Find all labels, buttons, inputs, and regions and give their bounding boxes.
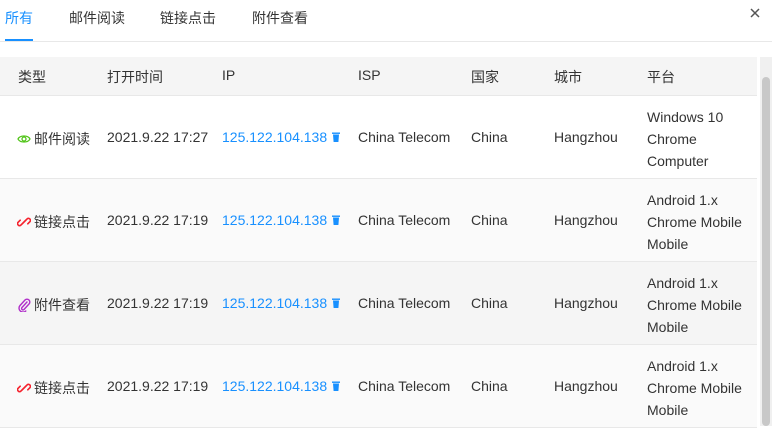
type-cell: 链接点击 — [17, 212, 90, 232]
header-ip: IP — [222, 67, 236, 83]
ip-text: 125.122.104.138 — [222, 378, 328, 394]
header-open-time: 打开时间 — [107, 69, 163, 85]
paperclip-icon — [18, 298, 31, 312]
open-time: 2021.9.22 17:19 — [107, 378, 209, 394]
platform-device: Mobile — [647, 319, 689, 335]
table-row: 附件查看 2021.9.22 17:19 125.122.104.138 Chi… — [0, 262, 757, 345]
platform-cell: Android 1.x Chrome Mobile Mobile — [647, 189, 742, 255]
ip-link[interactable]: 125.122.104.138 — [222, 129, 341, 145]
ip-text: 125.122.104.138 — [222, 295, 328, 311]
city-cell: Hangzhou — [554, 378, 618, 394]
isp-cell: China Telecom — [358, 378, 451, 394]
city-cell: Hangzhou — [554, 212, 618, 228]
tab-link-click[interactable]: 链接点击 — [160, 8, 216, 40]
platform-browser: Chrome Mobile — [647, 380, 742, 396]
country-cell: China — [471, 378, 508, 394]
tab-bar: 所有 邮件阅读 链接点击 附件查看 — [0, 0, 772, 42]
link-icon — [17, 383, 31, 393]
platform-browser: Chrome — [647, 131, 697, 147]
ip-link[interactable]: 125.122.104.138 — [222, 295, 341, 311]
header-isp: ISP — [358, 67, 381, 83]
type-cell: 附件查看 — [17, 295, 90, 315]
platform-device: Computer — [647, 153, 709, 169]
platform-device: Mobile — [647, 402, 689, 418]
table-row: 链接点击 2021.9.22 17:19 125.122.104.138 Chi… — [0, 179, 757, 262]
isp-cell: China Telecom — [358, 295, 451, 311]
city-cell: Hangzhou — [554, 295, 618, 311]
type-cell: 邮件阅读 — [17, 129, 90, 149]
close-icon[interactable] — [744, 2, 766, 24]
platform-cell: Windows 10 Chrome Computer — [647, 106, 723, 172]
tab-attachment-view[interactable]: 附件查看 — [252, 8, 308, 40]
platform-browser: Chrome Mobile — [647, 297, 742, 313]
country-cell: China — [471, 129, 508, 145]
platform-cell: Android 1.x Chrome Mobile Mobile — [647, 355, 742, 421]
city-cell: Hangzhou — [554, 129, 618, 145]
events-table: 类型 打开时间 IP ISP 国家 城市 平台 邮件阅读 2021.9.22 1… — [0, 57, 757, 428]
platform-browser: Chrome Mobile — [647, 214, 742, 230]
header-city: 城市 — [554, 69, 582, 85]
trash-icon[interactable] — [331, 131, 341, 143]
platform-os: Android 1.x — [647, 192, 718, 208]
platform-os: Android 1.x — [647, 358, 718, 374]
isp-cell: China Telecom — [358, 129, 451, 145]
trash-icon[interactable] — [331, 380, 341, 392]
isp-cell: China Telecom — [358, 212, 451, 228]
table-row: 邮件阅读 2021.9.22 17:27 125.122.104.138 Chi… — [0, 96, 757, 179]
type-label: 附件查看 — [34, 297, 90, 313]
ip-text: 125.122.104.138 — [222, 129, 328, 145]
ip-link[interactable]: 125.122.104.138 — [222, 212, 341, 228]
link-icon — [17, 217, 31, 227]
country-cell: China — [471, 212, 508, 228]
platform-os: Windows 10 — [647, 109, 724, 125]
vertical-scrollbar[interactable] — [760, 57, 772, 426]
platform-cell: Android 1.x Chrome Mobile Mobile — [647, 272, 742, 338]
ip-text: 125.122.104.138 — [222, 212, 328, 228]
open-time: 2021.9.22 17:19 — [107, 295, 209, 311]
header-type: 类型 — [18, 69, 46, 85]
table-header: 类型 打开时间 IP ISP 国家 城市 平台 — [0, 57, 757, 96]
eye-icon — [17, 135, 31, 143]
open-time: 2021.9.22 17:27 — [107, 129, 209, 145]
platform-device: Mobile — [647, 236, 689, 252]
ip-link[interactable]: 125.122.104.138 — [222, 378, 341, 394]
open-time: 2021.9.22 17:19 — [107, 212, 209, 228]
type-label: 链接点击 — [34, 214, 90, 230]
type-cell: 链接点击 — [17, 378, 90, 398]
type-label: 邮件阅读 — [34, 131, 90, 147]
tab-mail-read[interactable]: 邮件阅读 — [69, 8, 125, 40]
trash-icon[interactable] — [331, 214, 341, 226]
table-row: 链接点击 2021.9.22 17:19 125.122.104.138 Chi… — [0, 345, 757, 428]
tab-all[interactable]: 所有 — [5, 8, 33, 41]
header-platform: 平台 — [647, 69, 675, 85]
trash-icon[interactable] — [331, 297, 341, 309]
type-label: 链接点击 — [34, 380, 90, 396]
platform-os: Android 1.x — [647, 275, 718, 291]
scrollbar-thumb[interactable] — [762, 77, 770, 426]
country-cell: China — [471, 295, 508, 311]
header-country: 国家 — [471, 69, 499, 85]
